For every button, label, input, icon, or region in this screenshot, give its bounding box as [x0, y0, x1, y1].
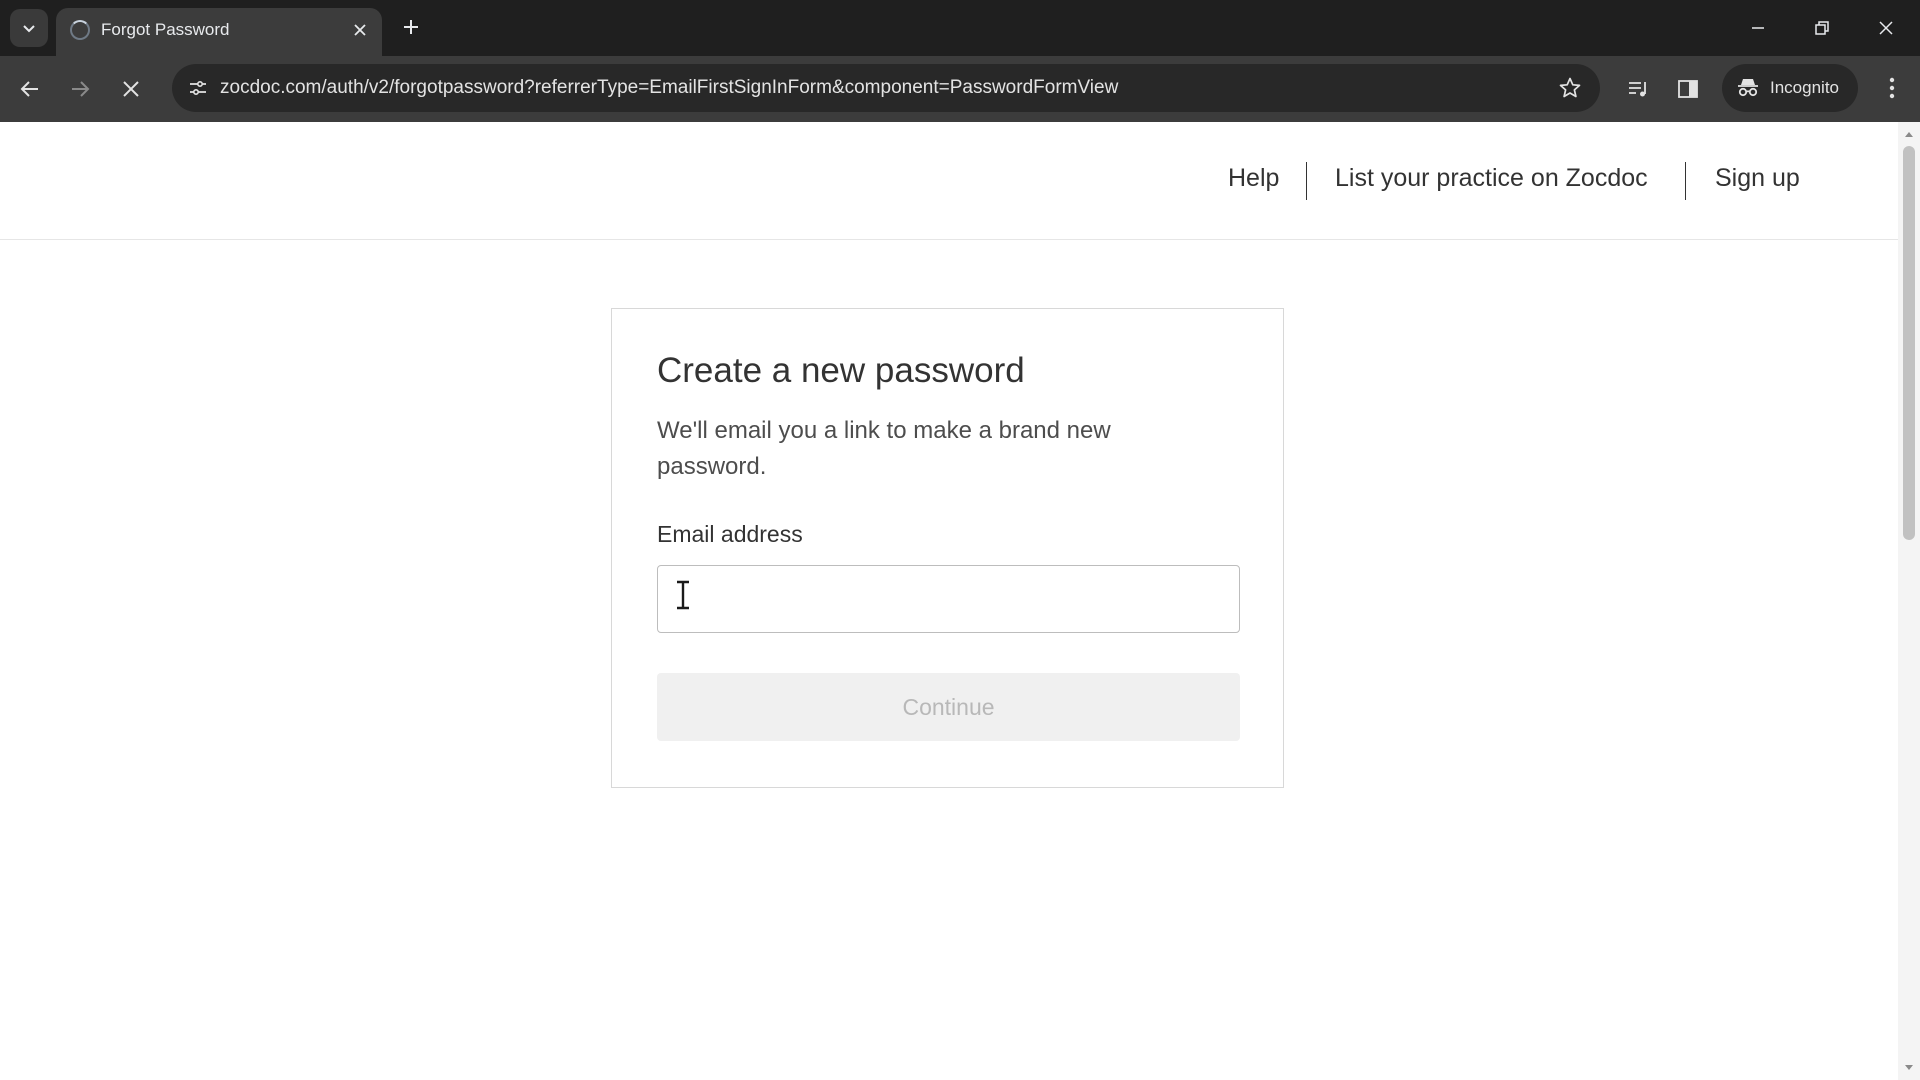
scroll-down-button[interactable] — [1903, 1062, 1915, 1074]
minimize-icon — [1752, 27, 1764, 29]
close-window-button[interactable] — [1868, 10, 1904, 46]
close-window-icon — [1879, 21, 1893, 35]
email-field[interactable] — [657, 565, 1240, 633]
address-bar[interactable]: zocdoc.com/auth/v2/forgotpassword?referr… — [172, 64, 1600, 112]
plus-icon — [404, 20, 418, 34]
back-arrow-icon — [20, 81, 38, 97]
email-label: Email address — [657, 521, 803, 547]
help-link[interactable]: Help — [1228, 164, 1279, 193]
list-practice-link[interactable]: List your practice on Zocdoc — [1335, 164, 1648, 193]
minimize-button[interactable] — [1740, 10, 1776, 46]
new-tab-button[interactable] — [396, 12, 426, 42]
restore-icon — [1815, 21, 1829, 35]
tab-bar: Forgot Password — [0, 0, 1920, 56]
tab-search-button[interactable] — [10, 9, 48, 47]
site-header: Help List your practice on Zocdoc Sign u… — [0, 122, 1898, 240]
forward-button[interactable] — [60, 69, 100, 109]
site-settings-icon — [190, 81, 206, 96]
chevron-down-icon — [23, 25, 35, 33]
tab-close-button[interactable] — [348, 18, 372, 42]
side-panel-button[interactable] — [1668, 69, 1708, 109]
loading-spinner-icon — [70, 20, 90, 40]
browser-toolbar: zocdoc.com/auth/v2/forgotpassword?referr… — [0, 56, 1920, 123]
more-vert-icon — [1889, 77, 1895, 99]
arrow-up-icon — [1905, 132, 1913, 137]
bookmark-button[interactable] — [1556, 74, 1584, 102]
side-panel-icon — [1678, 80, 1698, 98]
forward-arrow-icon — [72, 81, 90, 97]
back-button[interactable] — [10, 69, 50, 109]
instructions-text: We'll email you a link to make a brand n… — [657, 417, 1111, 480]
star-icon — [1559, 77, 1581, 98]
stop-loading-icon — [123, 81, 139, 97]
media-queue-icon — [1629, 82, 1646, 97]
stop-loading-button[interactable] — [111, 69, 151, 109]
continue-button[interactable]: Continue — [657, 673, 1240, 741]
forgot-password-card: Create a new password We'll email you a … — [611, 308, 1284, 788]
page-content: Help List your practice on Zocdoc Sign u… — [0, 122, 1898, 1080]
browser-menu-button[interactable] — [1874, 70, 1910, 106]
incognito-badge[interactable]: Incognito — [1722, 64, 1858, 112]
incognito-icon — [1738, 79, 1758, 97]
browser-tab[interactable]: Forgot Password — [56, 8, 382, 56]
incognito-label: Incognito — [1770, 78, 1839, 97]
page-scrollbar[interactable] — [1898, 122, 1920, 1080]
close-icon — [354, 24, 366, 36]
tab-title: Forgot Password — [101, 20, 230, 39]
header-divider — [1685, 162, 1686, 200]
arrow-down-icon — [1905, 1065, 1913, 1070]
site-info-button[interactable] — [182, 72, 214, 104]
sign-up-link[interactable]: Sign up — [1715, 164, 1800, 193]
header-divider — [1306, 162, 1307, 200]
scroll-up-button[interactable] — [1903, 128, 1915, 140]
text-cursor-icon — [677, 580, 689, 610]
restore-button[interactable] — [1804, 10, 1840, 46]
page-title: Create a new password — [657, 351, 1025, 390]
url-text[interactable]: zocdoc.com/auth/v2/forgotpassword?referr… — [220, 77, 1118, 99]
media-controls-button[interactable] — [1618, 69, 1658, 109]
scroll-thumb[interactable] — [1903, 146, 1915, 540]
